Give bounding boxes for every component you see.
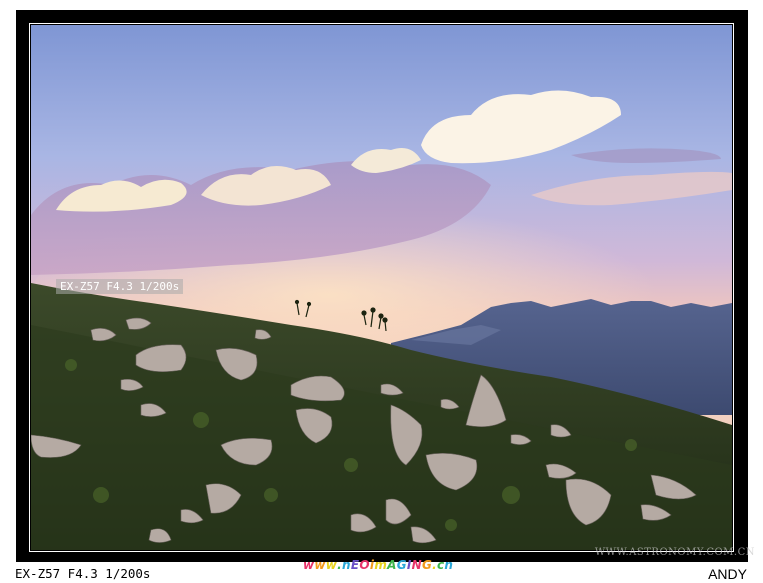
author-name: ANDY <box>708 566 747 582</box>
logo-letter: m <box>374 558 388 572</box>
logo-letter: n <box>342 558 351 572</box>
logo-letter: N <box>411 558 422 572</box>
logo-letter: G <box>421 558 433 572</box>
exif-overlay-label: EX-Z57 F4.3 1/200s <box>56 279 184 294</box>
logo-letter: O <box>359 558 370 572</box>
neoimaging-logo: www.nEOimAGING.cn <box>303 558 453 572</box>
logo-letter: c <box>437 558 445 572</box>
logo-letter: n <box>444 558 454 572</box>
logo-letter: A <box>387 558 397 572</box>
logo-letter: w <box>314 558 326 572</box>
exif-caption: EX-Z57 F4.3 1/200s <box>15 566 151 581</box>
logo-letter: w <box>303 558 315 572</box>
site-watermark: WWW.ASTRONOMY.COM.CN <box>594 547 755 558</box>
logo-letter: E <box>350 558 360 572</box>
logo-letter: G <box>396 558 407 572</box>
logo-letter: w <box>325 558 338 572</box>
